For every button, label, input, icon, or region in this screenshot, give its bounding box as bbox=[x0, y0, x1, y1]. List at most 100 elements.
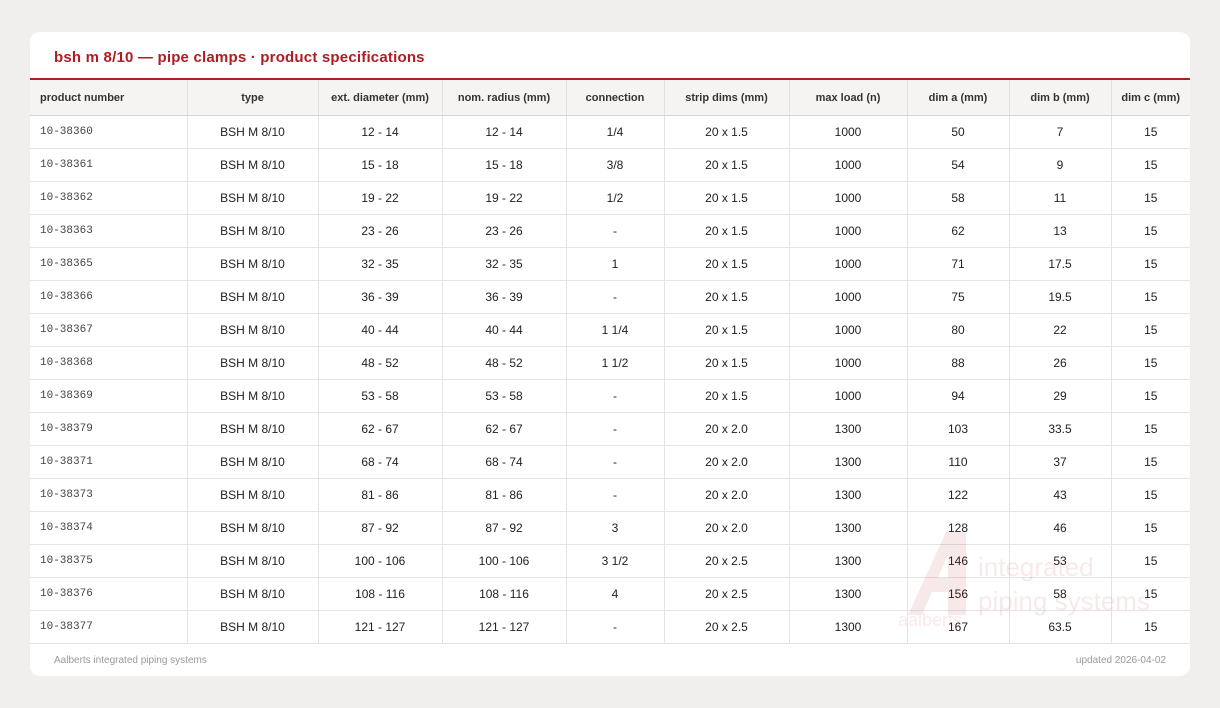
table-cell: 48 - 52 bbox=[442, 346, 567, 380]
product-number-cell: 10-38374 bbox=[30, 511, 188, 545]
spec-card: bsh m 8/10 — pipe clamps · product speci… bbox=[30, 32, 1190, 676]
table-cell: 40 - 44 bbox=[318, 313, 443, 347]
product-number-cell: 10-38365 bbox=[30, 247, 188, 281]
product-number-cell: 10-38369 bbox=[30, 379, 188, 413]
table-cell: BSH M 8/10 bbox=[187, 610, 319, 644]
table-cell: 37 bbox=[1009, 445, 1112, 479]
table-cell: 110 bbox=[907, 445, 1010, 479]
table-cell: 20 x 2.5 bbox=[664, 577, 790, 611]
table-cell: BSH M 8/10 bbox=[187, 544, 319, 578]
table-row: 10-38377 BSH M 8/10 121 - 127 121 - 127-20 … bbox=[30, 610, 1190, 644]
table-cell: 62 bbox=[907, 214, 1010, 248]
table-cell: BSH M 8/10 bbox=[187, 148, 319, 182]
table-cell: 54 bbox=[907, 148, 1010, 182]
product-number-cell: 10-38379 bbox=[30, 412, 188, 446]
table-cell: 7 bbox=[1009, 115, 1112, 149]
table-cell: 1/4 bbox=[566, 115, 665, 149]
table-cell: 68 - 74 bbox=[442, 445, 567, 479]
title-bar: bsh m 8/10 — pipe clamps · product speci… bbox=[30, 32, 1190, 80]
table-cell: 75 bbox=[907, 280, 1010, 314]
table-cell: 20 x 2.0 bbox=[664, 511, 790, 545]
table-cell: 1000 bbox=[789, 148, 908, 182]
table-cell: 103 bbox=[907, 412, 1010, 446]
product-number-cell: 10-38375 bbox=[30, 544, 188, 578]
table-row: 10-38363 BSH M 8/10 23 - 26 23 - 26-20 x 1.… bbox=[30, 214, 1190, 248]
table-cell: BSH M 8/10 bbox=[187, 445, 319, 479]
table-cell: 15 bbox=[1111, 544, 1190, 578]
table-cell: - bbox=[566, 412, 665, 446]
table-wrap: product number type ext. diameter (mm) nom.… bbox=[30, 80, 1190, 644]
table-cell: 22 bbox=[1009, 313, 1112, 347]
table-cell: 1 1/2 bbox=[566, 346, 665, 380]
table-cell: BSH M 8/10 bbox=[187, 214, 319, 248]
table-cell: 1300 bbox=[789, 577, 908, 611]
table-cell: 4 bbox=[566, 577, 665, 611]
product-number-cell: 10-38367 bbox=[30, 313, 188, 347]
table-cell: 1 1/4 bbox=[566, 313, 665, 347]
table-header: product number type ext. diameter (mm) nom.… bbox=[30, 80, 1190, 116]
table-cell: 1300 bbox=[789, 610, 908, 644]
product-number-cell: 10-38366 bbox=[30, 280, 188, 314]
table-cell: 146 bbox=[907, 544, 1010, 578]
column-header: connection bbox=[566, 80, 665, 116]
table-cell: 23 - 26 bbox=[318, 214, 443, 248]
table-row: 10-38373 BSH M 8/10 81 - 86 81 - 86-20 x 2.… bbox=[30, 478, 1190, 512]
column-header: strip dims (mm) bbox=[664, 80, 790, 116]
table-cell: 43 bbox=[1009, 478, 1112, 512]
product-number-cell: 10-38373 bbox=[30, 478, 188, 512]
table-row: 10-38368 BSH M 8/10 48 - 52 48 - 52 1 1/2 20 … bbox=[30, 346, 1190, 380]
table-row: 10-38362 BSH M 8/10 19 - 22 19 - 22 1/2 20 x … bbox=[30, 181, 1190, 215]
table-cell: - bbox=[566, 280, 665, 314]
table-cell: 15 bbox=[1111, 214, 1190, 248]
column-header: max load (n) bbox=[789, 80, 908, 116]
table-row: 10-38360 BSH M 8/10 12 - 14 12 - 14 1/4 20 x … bbox=[30, 115, 1190, 149]
table-cell: 26 bbox=[1009, 346, 1112, 380]
table-cell: 19.5 bbox=[1009, 280, 1112, 314]
table-cell: 48 - 52 bbox=[318, 346, 443, 380]
table-cell: 87 - 92 bbox=[442, 511, 567, 545]
table-cell: - bbox=[566, 379, 665, 413]
table-cell: 100 - 106 bbox=[318, 544, 443, 578]
column-header: dim c (mm) bbox=[1111, 80, 1190, 116]
table-cell: 1000 bbox=[789, 214, 908, 248]
footer-company: Aalberts integrated piping systems bbox=[54, 655, 207, 666]
product-number-cell: 10-38360 bbox=[30, 115, 188, 149]
product-number-cell: 10-38371 bbox=[30, 445, 188, 479]
table-cell: 15 - 18 bbox=[442, 148, 567, 182]
table-cell: 1300 bbox=[789, 412, 908, 446]
table-cell: 20 x 1.5 bbox=[664, 214, 790, 248]
table-cell: 32 - 35 bbox=[442, 247, 567, 281]
table-row: 10-38369 BSH M 8/10 53 - 58 53 - 58-20 x 1.… bbox=[30, 379, 1190, 413]
table-cell: 46 bbox=[1009, 511, 1112, 545]
product-number-cell: 10-38361 bbox=[30, 148, 188, 182]
table-cell: 33.5 bbox=[1009, 412, 1112, 446]
table-body: 10-38360 BSH M 8/10 12 - 14 12 - 14 1/4 20 x … bbox=[30, 115, 1190, 644]
table-cell: 94 bbox=[907, 379, 1010, 413]
table-row: 10-38361 BSH M 8/10 15 - 18 15 - 18 3/8 20 x … bbox=[30, 148, 1190, 182]
table-cell: 1000 bbox=[789, 115, 908, 149]
table-cell: 17.5 bbox=[1009, 247, 1112, 281]
table-cell: 80 bbox=[907, 313, 1010, 347]
table-cell: 63.5 bbox=[1009, 610, 1112, 644]
table-cell: BSH M 8/10 bbox=[187, 346, 319, 380]
product-number-cell: 10-38362 bbox=[30, 181, 188, 215]
table-cell: 20 x 1.5 bbox=[664, 247, 790, 281]
product-number-cell: 10-38368 bbox=[30, 346, 188, 380]
table-cell: BSH M 8/10 bbox=[187, 247, 319, 281]
table-cell: 15 bbox=[1111, 577, 1190, 611]
table-cell: 20 x 1.5 bbox=[664, 115, 790, 149]
table-cell: 20 x 2.5 bbox=[664, 610, 790, 644]
table-cell: 1000 bbox=[789, 379, 908, 413]
table-cell: 20 x 2.0 bbox=[664, 445, 790, 479]
table-cell: BSH M 8/10 bbox=[187, 478, 319, 512]
table-cell: 20 x 2.0 bbox=[664, 478, 790, 512]
table-cell: BSH M 8/10 bbox=[187, 181, 319, 215]
table-cell: 50 bbox=[907, 115, 1010, 149]
table-cell: 1000 bbox=[789, 346, 908, 380]
table-cell: 1300 bbox=[789, 511, 908, 545]
product-number-cell: 10-38363 bbox=[30, 214, 188, 248]
product-number-cell: 10-38376 bbox=[30, 577, 188, 611]
table-cell: 81 - 86 bbox=[318, 478, 443, 512]
table-cell: 122 bbox=[907, 478, 1010, 512]
table-cell: 3 bbox=[566, 511, 665, 545]
